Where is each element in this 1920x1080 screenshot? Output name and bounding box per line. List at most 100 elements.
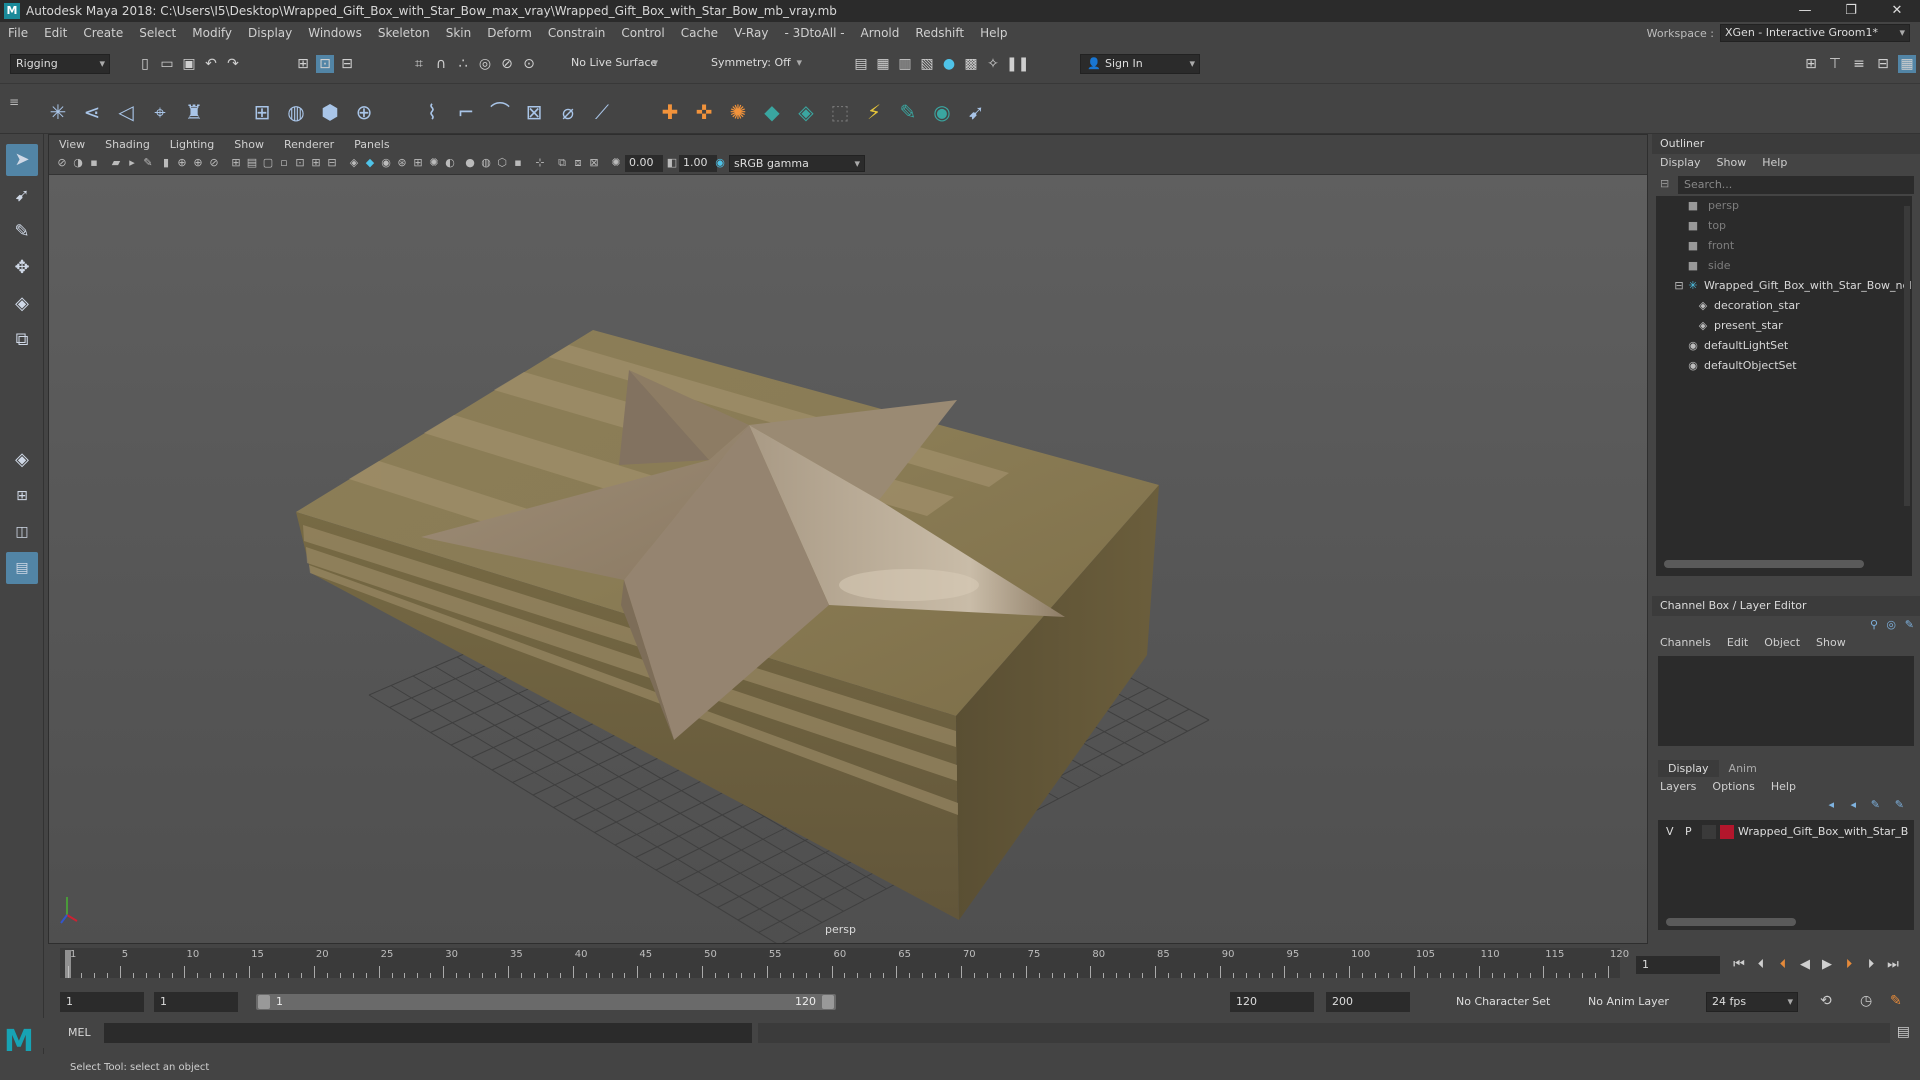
paint-weights-icon[interactable]: ⬢ [316,98,344,126]
select-tool-icon[interactable]: ➤ [6,144,38,176]
channel-box-help-icon[interactable]: ◎ [1886,618,1896,631]
menu-redshift[interactable]: Redshift [907,26,972,40]
layer-visibility-toggle[interactable]: V [1666,825,1674,838]
menu-3dtoall[interactable]: - 3DtoAll - [776,26,852,40]
snap-grid-icon[interactable]: ⌗ [410,55,428,73]
step-forward-key-icon[interactable]: ⏵ [1840,956,1858,974]
select-joint-icon[interactable]: ➹ [962,98,990,126]
outliner-item-default-object-set[interactable]: ◉ defaultObjectSet [1656,356,1912,376]
channel-box-sync-icon[interactable]: ⚲ [1870,618,1878,631]
multisample-aa-icon[interactable]: ◍ [479,156,493,170]
new-scene-icon[interactable]: ▯ [136,55,154,73]
time-slider[interactable]: 1 5 10 15 20 25 30 35 40 45 50 55 60 65 70 75 80 85 90 95 10… [48,946,1629,982]
viewport-menu-view[interactable]: View [49,138,95,151]
two-view-layout-icon[interactable]: ◫ [6,516,38,548]
move-layer-up-icon[interactable]: ◂ [1828,798,1834,811]
depth-of-field-icon[interactable]: ⬡ [495,156,509,170]
nonlinear-deformer-icon[interactable]: ⌀ [554,98,582,126]
range-end-handle[interactable] [822,995,834,1009]
paint-select-tool-icon[interactable]: ✎ [6,216,38,248]
menu-constrain[interactable]: Constrain [540,26,614,40]
blend-shape-icon[interactable]: ⟋ [588,98,616,126]
viewport-menu-panels[interactable]: Panels [344,138,399,151]
mel-command-input[interactable] [104,1023,752,1043]
quick-rig-icon[interactable]: ⌖ [146,98,174,126]
ik-handle-icon[interactable]: ⋖ [78,98,106,126]
scene-view[interactable] [49,175,1648,944]
layer-color-swatch[interactable] [1720,825,1734,839]
loop-toggle-icon[interactable]: ⟲ [1820,993,1832,1009]
xray-components-icon[interactable]: ⧈ [571,156,585,170]
layer-menu-layers[interactable]: Layers [1652,778,1704,796]
viewport-panel[interactable]: View Shading Lighting Show Renderer Pane… [48,134,1648,944]
pole-vector-icon[interactable]: ✎ [894,98,922,126]
layer-scrollbar[interactable] [1666,918,1796,926]
current-frame-field[interactable]: 1 [1636,956,1720,974]
step-back-key-icon[interactable]: ⏴ [1774,956,1792,974]
viewport-menu-lighting[interactable]: Lighting [160,138,224,151]
grid-toggle-icon[interactable]: ▮ [159,156,173,170]
move-tool-icon[interactable]: ✥ [6,252,38,284]
parent-constraint-icon[interactable]: ◆ [758,98,786,126]
outliner-toggle-icon[interactable]: ▦ [1898,55,1916,73]
xray-active-icon[interactable]: ⧉ [555,156,569,170]
channel-box-menu-edit[interactable]: Edit [1719,634,1756,652]
viewport-menu-show[interactable]: Show [224,138,274,151]
bookmark-icon[interactable]: ▪ [87,156,101,170]
gate-mask-icon[interactable]: ⊘ [207,156,221,170]
safe-title-icon[interactable]: ▫ [277,156,291,170]
open-scene-icon[interactable]: ▭ [158,55,176,73]
empty-slot-icon[interactable]: ⬚ [826,98,854,126]
select-camera-icon[interactable]: ⊘ [55,156,69,170]
menu-deform[interactable]: Deform [479,26,540,40]
character-set-dropdown[interactable]: No Character Set [1450,992,1556,1012]
playback-start-field[interactable]: 1 [154,992,238,1012]
select-object-icon[interactable]: ⊡ [316,55,334,73]
step-back-frame-icon[interactable]: ⏴ [1752,956,1770,974]
modeling-toolkit-icon[interactable]: ⊞ [1802,55,1820,73]
ipr-render-icon[interactable]: ▥ [896,55,914,73]
lasso-tool-icon[interactable]: ➹ [6,180,38,212]
menu-select[interactable]: Select [131,26,184,40]
set-driven-key-icon[interactable]: ⚡ [860,98,888,126]
resolution-gate-icon[interactable]: ⊕ [191,156,205,170]
outliner-item-present-star[interactable]: ◈ present_star [1656,316,1912,336]
bind-skin-icon[interactable]: ⊞ [248,98,276,126]
rotate-tool-icon[interactable]: ◈ [6,288,38,320]
render-settings-icon[interactable]: ▧ [918,55,936,73]
menu-vray[interactable]: V-Ray [726,26,776,40]
undo-icon[interactable]: ↶ [202,55,220,73]
point-constraint-icon[interactable]: ✚ [656,98,684,126]
channel-box-menu-channels[interactable]: Channels [1652,634,1719,652]
shadows-icon[interactable]: ✺ [427,156,441,170]
anim-layer-dropdown[interactable]: No Anim Layer [1582,992,1678,1012]
outliner-item-front[interactable]: ■ front [1656,236,1912,256]
render-view-icon[interactable]: ▤ [852,55,870,73]
menu-cache[interactable]: Cache [673,26,726,40]
joint-tool-icon[interactable]: ✳ [44,98,72,126]
outliner-menu-help[interactable]: Help [1754,154,1795,172]
select-component-icon[interactable]: ⊟ [338,55,356,73]
snap-point-icon[interactable]: ∴ [454,55,472,73]
xray-joints-icon[interactable]: ⊹ [533,156,547,170]
menu-arnold[interactable]: Arnold [853,26,908,40]
gamma-field[interactable]: 1.00 [679,155,717,172]
aim-constraint-icon[interactable]: ✜ [690,98,718,126]
play-backwards-icon[interactable]: ◀ [1796,956,1814,974]
hypershade-icon[interactable]: ● [940,55,958,73]
outliner-item-gift-box-group[interactable]: ⊟ ✳ Wrapped_Gift_Box_with_Star_Bow_ncl [1656,276,1912,296]
go-to-start-icon[interactable]: ⏮ [1730,956,1748,974]
menu-control[interactable]: Control [613,26,672,40]
new-layer-selected-icon[interactable]: ✎ [1895,798,1904,811]
smooth-shade-all-icon[interactable]: ◆ [363,156,377,170]
four-view-layout-icon[interactable]: ⊞ [6,480,38,512]
symmetry-dropdown[interactable]: Symmetry: Off [706,54,806,74]
isolate-view-icon[interactable]: ▪ [511,156,525,170]
channel-box-toggle-icon[interactable]: ⊟ [1874,55,1892,73]
mirror-joint-icon[interactable]: ◉ [928,98,956,126]
channel-box-area[interactable] [1658,656,1914,746]
new-layer-icon[interactable]: ✎ [1871,798,1880,811]
pause-viewport-icon[interactable]: ❚❚ [1006,55,1029,73]
tool-settings-icon[interactable]: ≡ [1850,55,1868,73]
menu-set-dropdown[interactable]: Rigging [10,54,110,74]
